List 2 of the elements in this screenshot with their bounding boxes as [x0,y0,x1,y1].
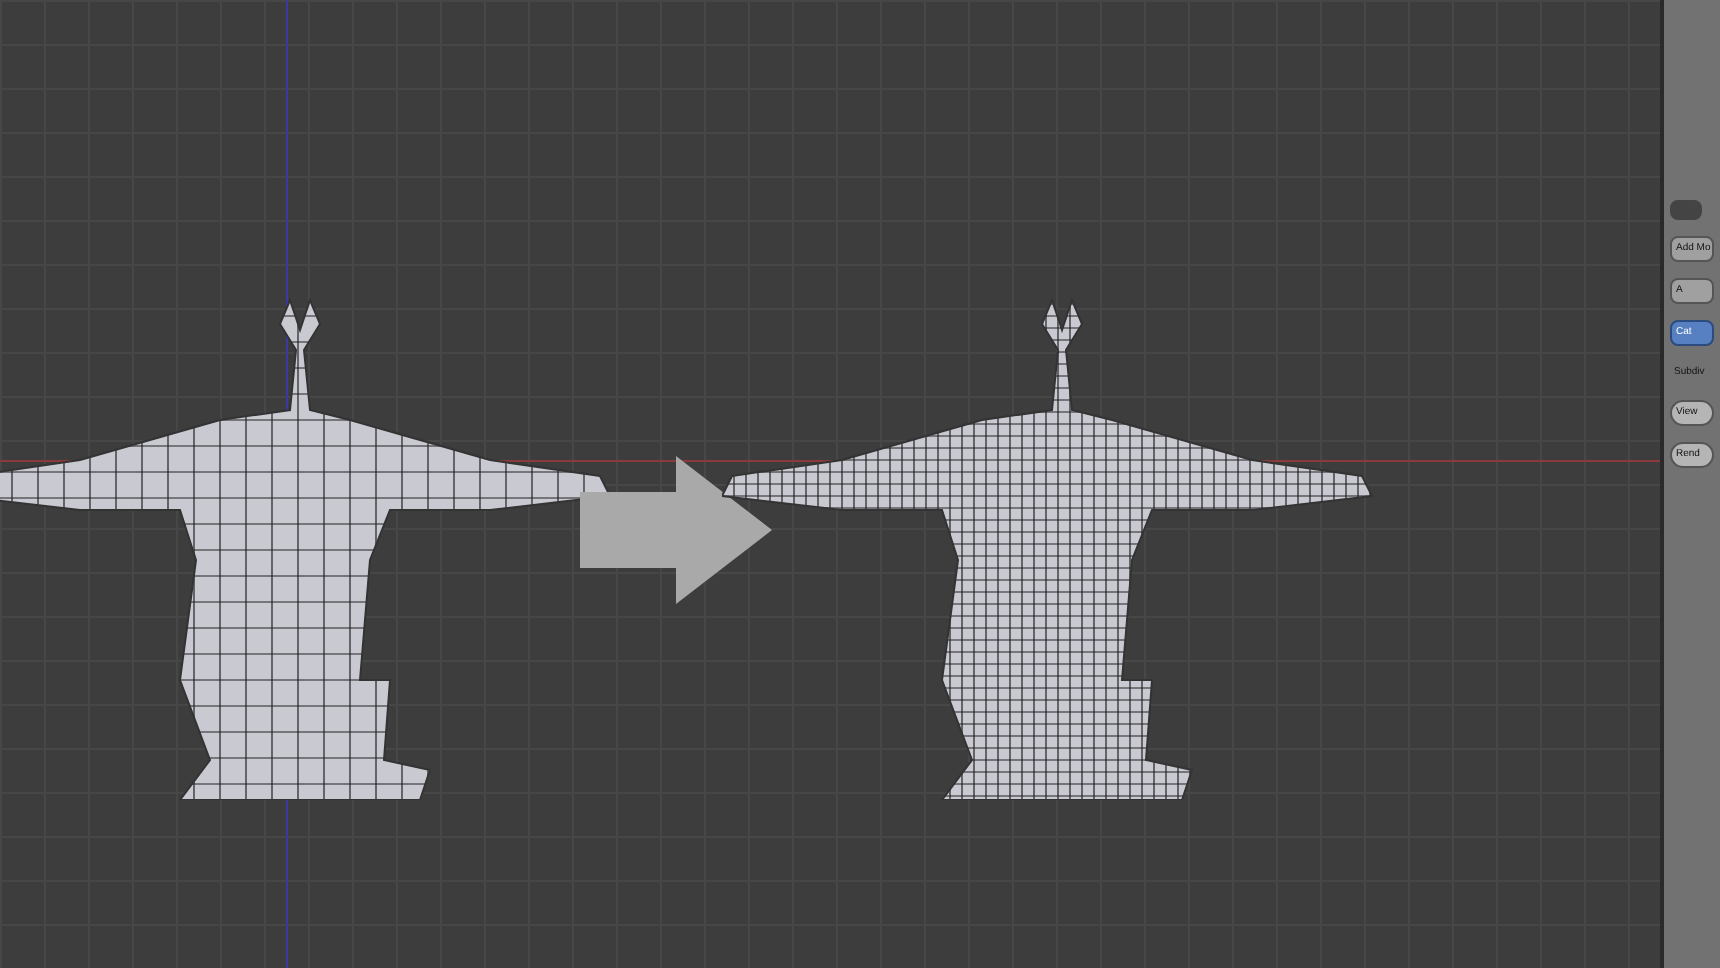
3d-viewport[interactable] [0,0,1660,968]
right-arrow-icon [580,456,772,604]
